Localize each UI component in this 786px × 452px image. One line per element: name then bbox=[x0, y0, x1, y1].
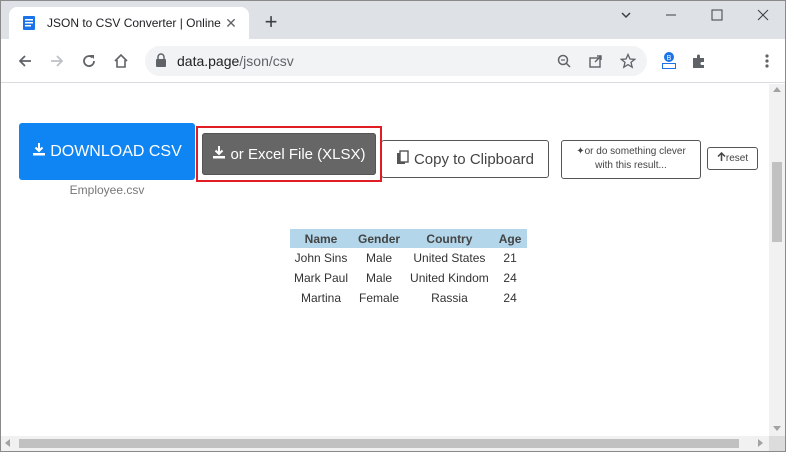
download-icon bbox=[32, 142, 46, 161]
back-arrow-icon[interactable] bbox=[15, 51, 35, 71]
url-text: data.page/json/csv bbox=[177, 53, 294, 69]
excel-download-label: or Excel File (XLSX) bbox=[230, 145, 366, 163]
column-header: Country bbox=[406, 229, 493, 248]
result-table: Name Gender Country Age John Sins Male U… bbox=[290, 229, 528, 308]
svg-text:B: B bbox=[667, 55, 672, 62]
clever-label-2: with this result... bbox=[595, 160, 667, 171]
reload-icon[interactable] bbox=[79, 51, 99, 71]
reset-button[interactable]: reset bbox=[707, 147, 758, 170]
table-row: Martina Female Rassia 24 bbox=[290, 288, 527, 308]
scroll-left-arrow-icon[interactable] bbox=[4, 439, 10, 447]
home-icon[interactable] bbox=[111, 51, 131, 71]
clever-label-1: or do something clever bbox=[584, 146, 686, 157]
copy-icon bbox=[396, 149, 410, 169]
column-header: Age bbox=[492, 229, 528, 248]
table-cell: United States bbox=[413, 251, 486, 265]
page-content: DOWNLOAD CSV Employee.csv or Excel File … bbox=[1, 84, 769, 436]
copy-label: Copy to Clipboard bbox=[413, 150, 535, 168]
do-something-clever-button[interactable]: ✦or do something clever with this result… bbox=[561, 140, 701, 179]
download-csv-button[interactable]: DOWNLOAD CSV bbox=[19, 123, 195, 180]
table-cell: 21 bbox=[503, 251, 517, 265]
table-cell: Martina bbox=[301, 291, 342, 305]
zoom-icon[interactable] bbox=[555, 52, 573, 70]
arrow-up-icon bbox=[717, 151, 726, 165]
column-header: Gender bbox=[352, 229, 407, 248]
tab-strip: JSON to CSV Converter | Online T ✕ + bbox=[1, 1, 785, 39]
scrollbar-corner bbox=[769, 436, 785, 451]
table-cell: 24 bbox=[503, 271, 517, 285]
scroll-down-arrow-icon[interactable] bbox=[773, 426, 781, 432]
download-filename: Employee.csv bbox=[69, 183, 145, 197]
puzzle-icon[interactable] bbox=[689, 51, 709, 71]
browser-window: JSON to CSV Converter | Online T ✕ + dat… bbox=[0, 0, 786, 452]
kebab-menu-icon[interactable] bbox=[757, 51, 777, 71]
lock-icon[interactable] bbox=[155, 53, 167, 73]
table-cell: Male bbox=[366, 251, 393, 265]
table-cell: John Sins bbox=[294, 251, 348, 265]
table-cell: 24 bbox=[503, 291, 517, 305]
share-icon[interactable] bbox=[587, 52, 605, 70]
forward-arrow-icon[interactable] bbox=[47, 51, 67, 71]
horizontal-scroll-thumb[interactable] bbox=[19, 439, 739, 448]
vertical-scroll-thumb[interactable] bbox=[772, 162, 782, 242]
plus-icon[interactable]: + bbox=[261, 11, 281, 33]
vertical-scrollbar[interactable] bbox=[769, 84, 785, 436]
table-cell: Mark Paul bbox=[294, 271, 349, 285]
tab-title: JSON to CSV Converter | Online T bbox=[47, 16, 223, 30]
url-domain: data.page bbox=[177, 53, 240, 69]
reset-label: reset bbox=[725, 153, 749, 164]
table-cell: Female bbox=[359, 291, 400, 305]
clever-line-1: ✦or do something clever bbox=[562, 145, 700, 159]
copy-to-clipboard-button[interactable]: Copy to Clipboard bbox=[381, 140, 549, 178]
table-row: John Sins Male United States 21 bbox=[290, 248, 527, 268]
maximize-icon[interactable] bbox=[707, 7, 727, 27]
download-icon bbox=[212, 145, 226, 163]
close-icon[interactable]: ✕ bbox=[223, 15, 239, 31]
table-cell: Rassia bbox=[431, 291, 468, 305]
horizontal-scrollbar[interactable] bbox=[1, 436, 769, 451]
magic-wand-icon: ✦ bbox=[576, 146, 585, 157]
download-csv-label: DOWNLOAD CSV bbox=[50, 142, 182, 160]
url-path: /json/csv bbox=[239, 53, 294, 69]
address-bar[interactable]: data.page/json/csv bbox=[145, 46, 647, 76]
star-icon[interactable] bbox=[619, 52, 637, 70]
minimize-icon[interactable] bbox=[616, 7, 636, 27]
browser-tab[interactable]: JSON to CSV Converter | Online T ✕ bbox=[9, 7, 249, 39]
table-row: Mark Paul Male United Kindom 24 bbox=[290, 268, 527, 288]
column-header: Name bbox=[290, 229, 353, 248]
excel-download-button[interactable]: or Excel File (XLSX) bbox=[202, 133, 376, 175]
close-icon[interactable] bbox=[753, 7, 773, 27]
scroll-up-arrow-icon[interactable] bbox=[773, 86, 781, 92]
browser-toolbar: data.page/json/csv B bbox=[1, 39, 785, 83]
table-header-row: Name Gender Country Age bbox=[290, 229, 528, 248]
table-cell: Male bbox=[366, 271, 393, 285]
document-icon bbox=[21, 15, 37, 31]
minimize-icon[interactable] bbox=[661, 7, 681, 27]
table-cell: United Kindom bbox=[410, 271, 489, 285]
extension-icon[interactable]: B bbox=[659, 51, 679, 71]
scroll-right-arrow-icon[interactable] bbox=[758, 439, 764, 447]
